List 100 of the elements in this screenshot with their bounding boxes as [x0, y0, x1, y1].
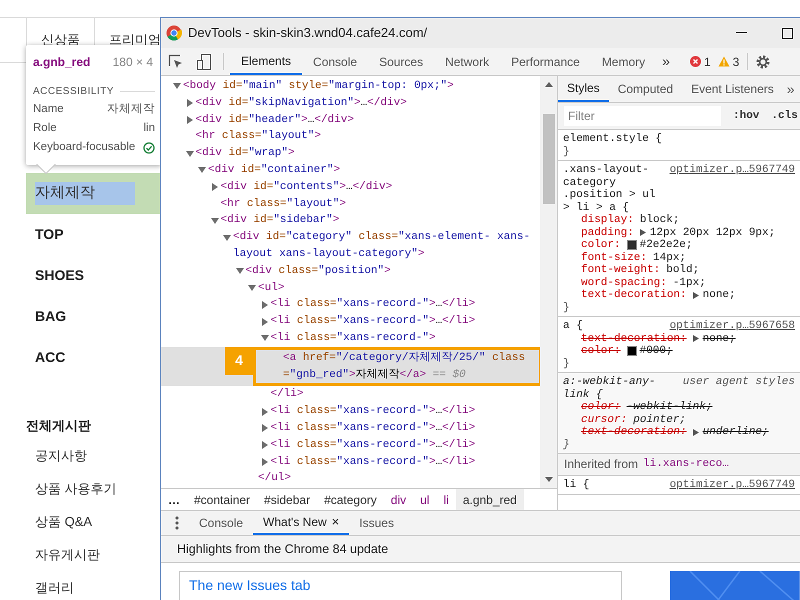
dom-node-line[interactable]: <ul>: [258, 280, 288, 296]
dom-node-line[interactable]: <body id="main" style="margin-top: 0px;">: [183, 78, 458, 95]
collapsed-arrow-icon[interactable]: [260, 408, 268, 416]
inherited-selector[interactable]: li.xans-reco…: [643, 458, 729, 471]
category-item[interactable]: TOP: [26, 214, 160, 255]
collapsed-arrow-icon[interactable]: [260, 318, 268, 326]
dom-node-line[interactable]: <div id="wrap">: [196, 145, 299, 162]
dom-node-line[interactable]: <li class="xans-record-">…</li>: [270, 436, 480, 454]
css-property-value[interactable]: #000;: [640, 345, 673, 358]
source-link[interactable]: optimizer.p…5967749: [670, 164, 795, 176]
more-options-icon[interactable]: [175, 516, 179, 530]
css-property-name[interactable]: color:: [581, 401, 621, 414]
expanded-arrow-icon[interactable]: [210, 216, 218, 225]
dom-node-line[interactable]: <div class="position">: [246, 262, 395, 280]
css-property-name[interactable]: color:: [581, 239, 621, 252]
collapsed-arrow-icon[interactable]: [260, 458, 268, 466]
toggle-button[interactable]: .cls: [771, 108, 798, 124]
color-swatch[interactable]: [626, 346, 637, 356]
panel-tab[interactable]: Memory: [590, 48, 656, 75]
panel-tab[interactable]: Elements: [230, 48, 302, 75]
dom-node-line[interactable]: <hr class="layout">: [196, 128, 325, 146]
sidebar-tab[interactable]: Event Listeners: [682, 76, 783, 102]
css-property-name[interactable]: text-decoration:: [581, 426, 687, 438]
category-item[interactable]: 자체제작: [26, 173, 160, 214]
dom-node-line[interactable]: <li class="xans-record-">…</li>: [270, 403, 480, 420]
dom-node-line[interactable]: <li class="xans-record-">…</li>: [270, 454, 480, 470]
more-tabs-button[interactable]: »: [656, 48, 676, 75]
category-item[interactable]: ACC: [26, 337, 160, 378]
issues-counter[interactable]: 1 3: [690, 48, 740, 75]
dom-node-line[interactable]: <hr class="layout">: [220, 196, 350, 212]
card-title[interactable]: The new Issues tab: [189, 577, 310, 593]
breadcrumb[interactable]: ul: [413, 489, 436, 510]
css-property-name[interactable]: padding:: [581, 226, 634, 239]
expand-arrow-icon[interactable]: [640, 229, 646, 236]
dom-node-line[interactable]: <div id="container">: [208, 162, 344, 179]
css-property-name[interactable]: font-size:: [581, 252, 648, 264]
drawer-tab[interactable]: Console: [189, 511, 254, 535]
category-item[interactable]: SHOES: [26, 255, 160, 296]
breadcrumb[interactable]: #category: [317, 489, 384, 510]
panel-tab[interactable]: Performance: [500, 48, 591, 75]
toggle-button[interactable]: :hov: [733, 108, 760, 124]
dom-node-line[interactable]: <a href="/category/자체제작/25/" class="gnb_red">자체제작</a> == $0: [283, 350, 540, 384]
scrollbar[interactable]: [540, 76, 557, 488]
dom-node-line[interactable]: <li class="xans-record-">…</li>: [270, 420, 480, 437]
collapsed-arrow-icon[interactable]: [260, 424, 268, 432]
css-property-name[interactable]: color:: [581, 345, 621, 358]
dom-node-line[interactable]: <li class="xans-record-">: [270, 330, 440, 347]
board-link[interactable]: 공지사항: [35, 448, 87, 463]
panel-tab[interactable]: Network: [434, 48, 500, 75]
dom-node-line[interactable]: <div id="header">…</div>: [196, 112, 358, 128]
css-property-value[interactable]: 14px;: [653, 252, 686, 264]
breadcrumb[interactable]: …: [161, 489, 187, 510]
breadcrumb[interactable]: div: [384, 489, 414, 510]
expand-arrow-icon[interactable]: [692, 292, 699, 299]
breadcrumb[interactable]: a.gnb_red: [456, 489, 524, 510]
css-property-name[interactable]: word-spacing:: [581, 276, 667, 289]
css-property-value[interactable]: none;: [702, 332, 736, 345]
expanded-arrow-icon[interactable]: [173, 82, 181, 90]
scroll-down-icon[interactable]: [544, 477, 552, 482]
collapsed-arrow-icon[interactable]: [260, 441, 268, 450]
board-link[interactable]: 상품 사용후기: [35, 481, 117, 496]
expanded-arrow-icon[interactable]: [260, 334, 268, 342]
source-link[interactable]: optimizer.p…5967749: [670, 479, 795, 492]
dom-node-line[interactable]: <div id="category" class="xans-element- xans-layout xans-layout-category">: [233, 229, 540, 263]
expanded-arrow-icon[interactable]: [236, 267, 244, 276]
css-property-value[interactable]: underline;: [702, 426, 769, 438]
expand-arrow-icon[interactable]: [692, 428, 699, 436]
collapsed-arrow-icon[interactable]: [186, 116, 194, 124]
css-property-value[interactable]: 12px 20px 12px 9px;: [650, 226, 776, 239]
filter-field[interactable]: Filter: [564, 106, 721, 126]
css-property-name[interactable]: cursor:: [581, 414, 628, 426]
panel-tab[interactable]: Console: [302, 48, 368, 75]
expand-arrow-icon[interactable]: [692, 335, 699, 342]
css-property-value[interactable]: -1px;: [672, 276, 706, 289]
breadcrumb[interactable]: li: [436, 489, 456, 510]
dom-node-line[interactable]: <li class="xans-record-">…</li>: [270, 313, 480, 330]
css-property-name[interactable]: display:: [581, 214, 634, 226]
category-item[interactable]: BAG: [26, 296, 160, 337]
board-link[interactable]: 갤러리: [35, 580, 74, 595]
source-link[interactable]: optimizer.p…5967658: [670, 320, 795, 332]
css-property-name[interactable]: text-decoration:: [581, 332, 687, 345]
expanded-arrow-icon[interactable]: [186, 150, 194, 158]
css-property-name[interactable]: text-decoration:: [581, 289, 687, 302]
css-property-value[interactable]: bold;: [666, 264, 700, 276]
sidebar-tab[interactable]: Computed: [608, 76, 682, 102]
board-link[interactable]: 자유게시판: [35, 547, 100, 562]
dom-node-line[interactable]: <div id="contents">…</div>: [220, 178, 396, 196]
dom-node-line[interactable]: <div id="skipNavigation">…</div>: [196, 94, 411, 112]
dom-node-line[interactable]: <li class="xans-record-">…</li>: [270, 296, 480, 314]
panel-tab[interactable]: Sources: [368, 48, 434, 75]
scrollbar-thumb[interactable]: [542, 114, 554, 204]
collapsed-arrow-icon[interactable]: [260, 300, 268, 309]
breadcrumb[interactable]: #sidebar: [257, 489, 318, 510]
css-property-value[interactable]: block;: [640, 214, 680, 226]
css-property-value[interactable]: none;: [702, 289, 736, 302]
css-property-value[interactable]: #2e2e2e;: [640, 239, 692, 252]
close-tab-button[interactable]: ×: [332, 512, 340, 532]
expanded-arrow-icon[interactable]: [198, 166, 206, 174]
breadcrumb[interactable]: #container: [187, 489, 258, 510]
board-link[interactable]: 상품 Q&A: [35, 514, 92, 529]
